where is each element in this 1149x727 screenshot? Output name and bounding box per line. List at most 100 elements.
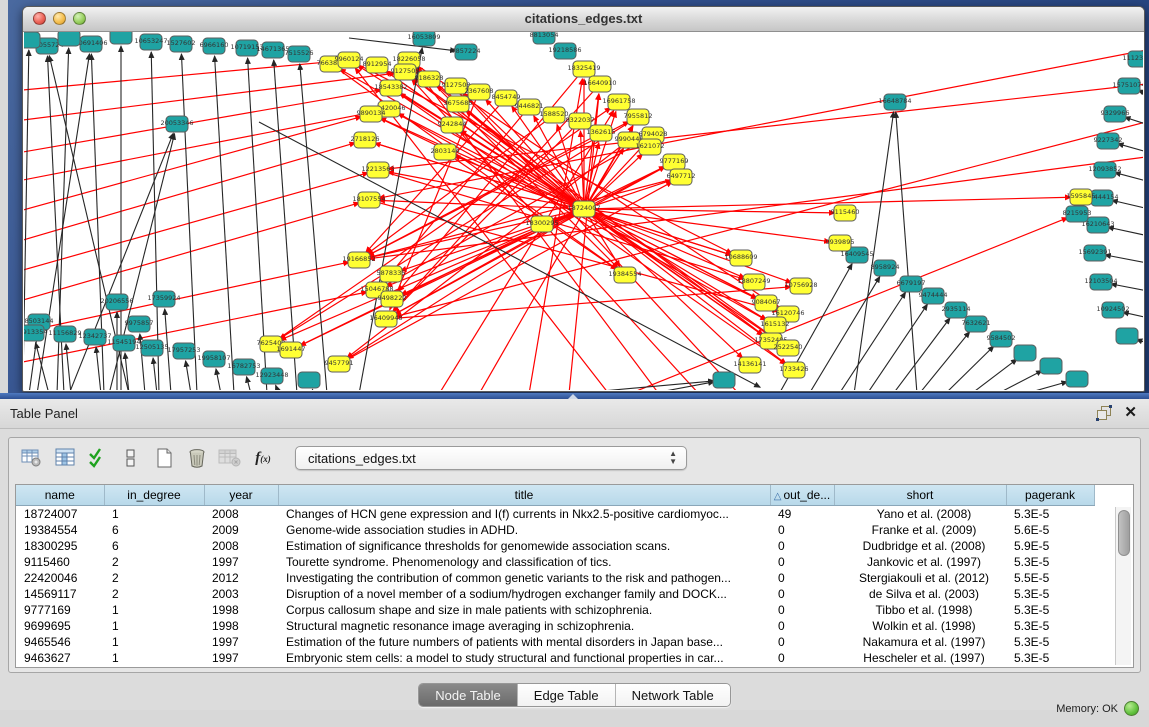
cell-out[interactable]: 0	[770, 522, 834, 538]
graph-edge[interactable]	[186, 361, 191, 390]
cell-year[interactable]: 2008	[204, 538, 278, 554]
column-header-pagerank[interactable]: pagerank	[1006, 485, 1094, 506]
graph-edge[interactable]	[300, 64, 327, 390]
table-row[interactable]: 969969511998Structural magnetic resonanc…	[16, 618, 1094, 634]
tab-network-table[interactable]: Network Table	[616, 684, 730, 706]
cell-indeg[interactable]: 2	[104, 554, 204, 570]
cell-name[interactable]: 9777169	[16, 602, 104, 618]
tab-node-table[interactable]: Node Table	[419, 684, 518, 706]
cell-indeg[interactable]: 6	[104, 538, 204, 554]
column-header-year[interactable]: year	[204, 485, 278, 506]
graph-edge[interactable]	[997, 371, 1042, 390]
cell-pr[interactable]: 5.3E-5	[1006, 586, 1094, 602]
graph-edge[interactable]	[247, 377, 251, 390]
graph-edge[interactable]	[439, 111, 614, 390]
column-header-short[interactable]: short	[834, 485, 1006, 506]
table-row[interactable]: 1938455462009Genome-wide association stu…	[16, 522, 1094, 538]
graph-node[interactable]	[1040, 358, 1062, 374]
table-mode-icon[interactable]	[17, 445, 47, 471]
graph-edge[interactable]	[36, 343, 49, 390]
select-rows-icon[interactable]	[83, 445, 113, 471]
show-columns-icon[interactable]	[50, 445, 80, 471]
cell-out[interactable]: 49	[770, 506, 834, 523]
cell-short[interactable]: Jankovic et al. (1997)	[834, 554, 1006, 570]
cell-year[interactable]: 2012	[204, 570, 278, 586]
cell-name[interactable]: 9465546	[16, 634, 104, 650]
cell-out[interactable]: 0	[770, 538, 834, 554]
cell-name[interactable]: 9463627	[16, 650, 104, 666]
network-canvas[interactable]: 1405572420691406106532471527602696616010…	[24, 32, 1143, 390]
graph-edge[interactable]	[215, 56, 234, 390]
cell-name[interactable]: 18300295	[16, 538, 104, 554]
table-row[interactable]: 946554611997Estimation of the future num…	[16, 634, 1094, 650]
cell-title[interactable]: Disruption of a novel member of a sodium…	[278, 586, 770, 602]
close-panel-icon[interactable]: ✕	[1124, 405, 1137, 421]
graph-edge[interactable]	[1111, 284, 1143, 293]
graph-edge[interactable]	[359, 48, 422, 390]
table-row[interactable]: 1872400712008Changes of HCN gene express…	[16, 506, 1094, 523]
cell-out[interactable]: 0	[770, 618, 834, 634]
cell-name[interactable]: 19384554	[16, 522, 104, 538]
scrollbar-thumb[interactable]	[1118, 510, 1130, 556]
graph-edge[interactable]	[1105, 255, 1143, 265]
cell-out[interactable]: 0	[770, 570, 834, 586]
graph-edge[interactable]	[153, 358, 157, 390]
create-column-icon[interactable]	[149, 445, 179, 471]
graph-edge[interactable]	[919, 332, 970, 390]
cell-pr[interactable]: 5.3E-5	[1006, 634, 1094, 650]
graph-node[interactable]	[58, 32, 80, 46]
cell-pr[interactable]: 5.9E-5	[1006, 538, 1094, 554]
graph-edge[interactable]	[312, 389, 314, 390]
cell-indeg[interactable]: 1	[104, 506, 204, 523]
graph-edge[interactable]	[379, 50, 1143, 198]
table-selector-dropdown[interactable]: citations_edges.txt ▲▼	[295, 446, 687, 470]
network-window-titlebar[interactable]: citations_edges.txt	[23, 7, 1144, 32]
table-row[interactable]: 1456911722003Disruption of a novel membe…	[16, 586, 1094, 602]
table-row[interactable]: 2242004622012Investigating the contribut…	[16, 570, 1094, 586]
cell-pr[interactable]: 5.5E-5	[1006, 570, 1094, 586]
cell-name[interactable]: 22420046	[16, 570, 104, 586]
cell-short[interactable]: Tibbo et al. (1998)	[834, 602, 1006, 618]
graph-node[interactable]	[24, 32, 40, 48]
column-header-in-degree[interactable]: in_degree	[104, 485, 204, 506]
network-window[interactable]: citations_edges.txt 14055724206914061065…	[22, 6, 1145, 392]
cell-pr[interactable]: 5.3E-5	[1006, 506, 1094, 523]
graph-node[interactable]	[713, 372, 735, 388]
graph-edge[interactable]	[24, 173, 368, 270]
column-header-title[interactable]: title	[278, 485, 770, 506]
cell-title[interactable]: Corpus callosum shape and size in male p…	[278, 602, 770, 618]
cell-short[interactable]: Yano et al. (2008)	[834, 506, 1006, 523]
cell-year[interactable]: 1998	[204, 618, 278, 634]
cell-year[interactable]: 1997	[204, 634, 278, 650]
cell-indeg[interactable]: 6	[104, 522, 204, 538]
cell-pr[interactable]: 5.6E-5	[1006, 522, 1094, 538]
graph-edge[interactable]	[1123, 312, 1143, 320]
cell-title[interactable]: Tourette syndrome. Phenomenology and cla…	[278, 554, 770, 570]
table-row[interactable]: 1830029562008Estimation of significance …	[16, 538, 1094, 554]
cell-year[interactable]: 1997	[204, 650, 278, 666]
graph-edge[interactable]	[971, 359, 1017, 390]
table-row[interactable]: 911546021997Tourette syndrome. Phenomeno…	[16, 554, 1094, 570]
graph-edge[interactable]	[839, 292, 906, 390]
cell-pr[interactable]: 5.3E-5	[1006, 650, 1094, 666]
cell-indeg[interactable]: 1	[104, 634, 204, 650]
column-header-out-de-[interactable]: △out_de...	[770, 485, 834, 506]
cell-indeg[interactable]: 1	[104, 618, 204, 634]
cell-year[interactable]: 1998	[204, 602, 278, 618]
graph-edge[interactable]	[1024, 382, 1067, 390]
cell-out[interactable]: 0	[770, 554, 834, 570]
cell-out[interactable]: 0	[770, 586, 834, 602]
cell-name[interactable]: 9699695	[16, 618, 104, 634]
cell-title[interactable]: Structural magnetic resonance image aver…	[278, 618, 770, 634]
graph-edge[interactable]	[1108, 227, 1143, 238]
cell-indeg[interactable]: 2	[104, 586, 204, 602]
column-header-name[interactable]: name	[16, 485, 104, 506]
cell-name[interactable]: 18724007	[16, 506, 104, 523]
cell-short[interactable]: Dudbridge et al. (2008)	[834, 538, 1006, 554]
graph-edge[interactable]	[809, 277, 880, 390]
graph-edge[interactable]	[276, 385, 279, 390]
table-vertical-scrollbar[interactable]	[1115, 507, 1131, 665]
cell-pr[interactable]: 5.3E-5	[1006, 618, 1094, 634]
cell-year[interactable]: 2003	[204, 586, 278, 602]
cell-title[interactable]: Investigating the contribution of common…	[278, 570, 770, 586]
